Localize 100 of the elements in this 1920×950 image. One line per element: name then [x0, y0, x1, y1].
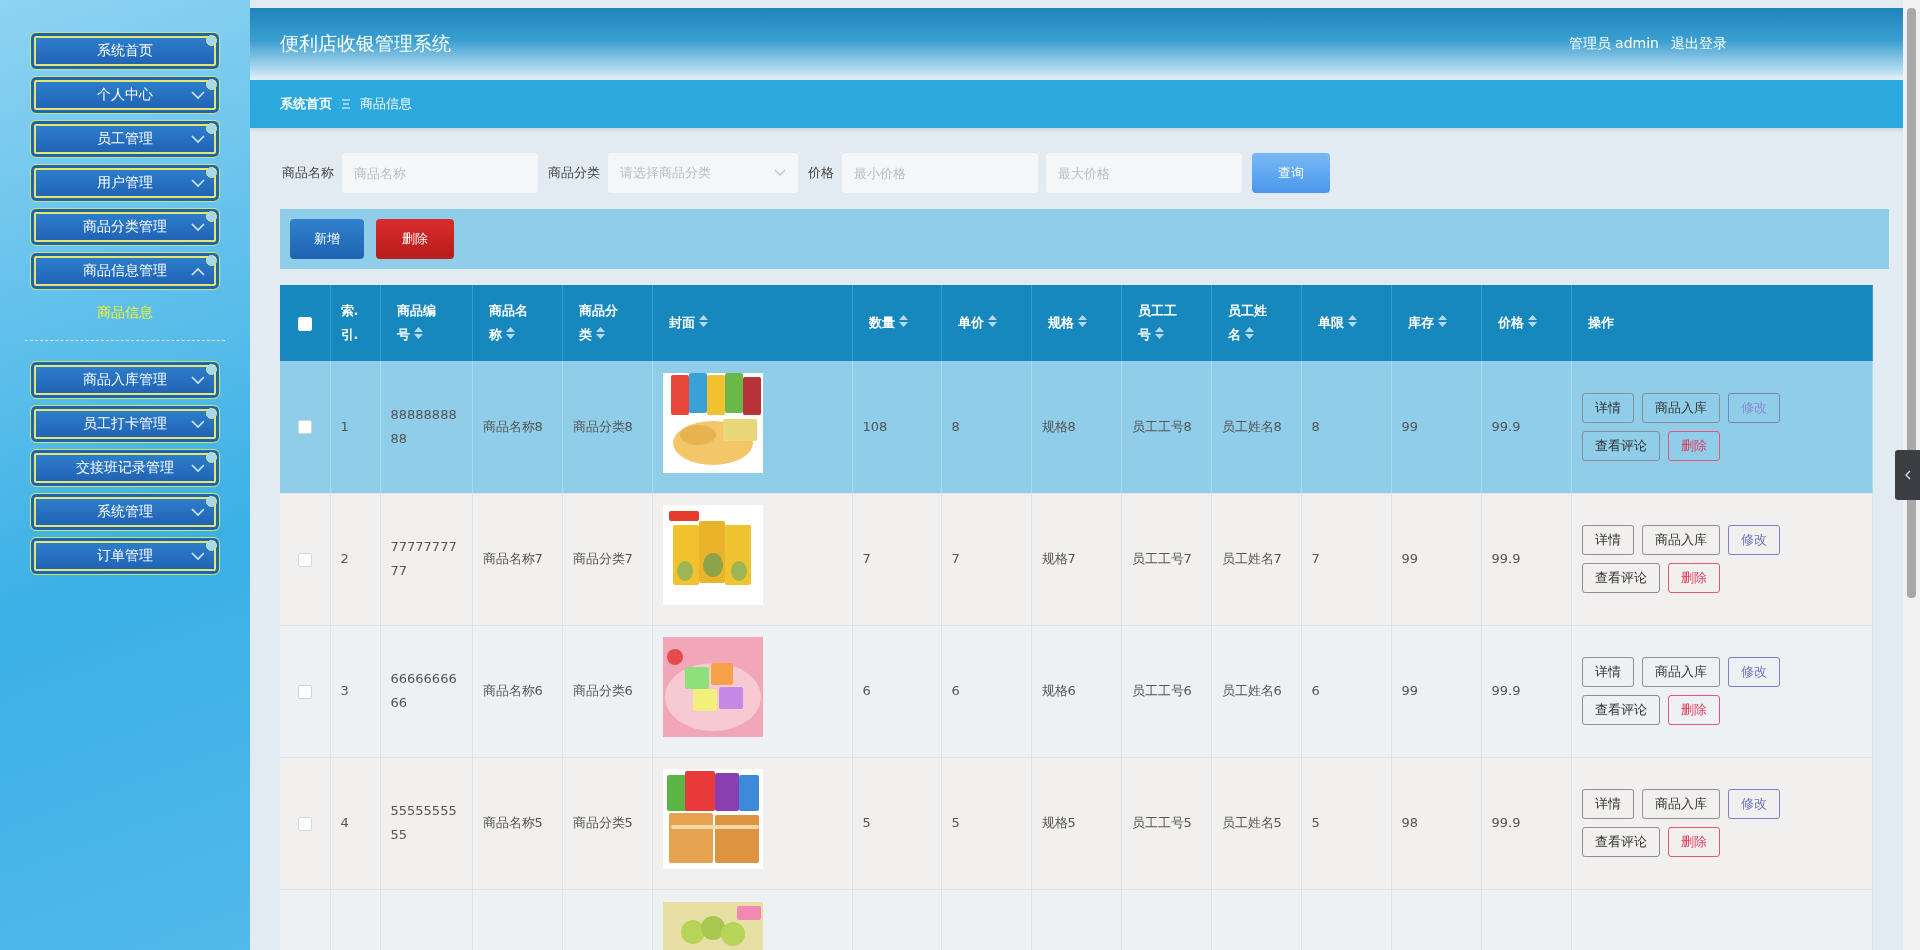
- action-button[interactable]: 详情: [1581, 657, 1634, 687]
- column-header[interactable]: 价格: [1481, 285, 1571, 361]
- chevron-down-icon: [191, 464, 205, 473]
- table-cell: 5: [852, 757, 941, 889]
- sidebar-menu-item[interactable]: 订单管理: [30, 537, 220, 575]
- sidebar-menu-item[interactable]: 员工管理: [30, 120, 220, 158]
- sort-icon[interactable]: [988, 315, 998, 327]
- sort-icon[interactable]: [1528, 315, 1538, 327]
- column-header[interactable]: 库存: [1391, 285, 1481, 361]
- table-cell: 商品名称7: [472, 493, 562, 625]
- table-cell: 99.9: [1481, 757, 1571, 889]
- table-cell: 99: [1391, 493, 1481, 625]
- action-button[interactable]: 详情: [1581, 789, 1634, 819]
- delete-button[interactable]: 删除: [376, 219, 454, 259]
- chevron-left-icon: [1904, 470, 1911, 480]
- ornament-icon: [206, 123, 217, 134]
- sort-icon[interactable]: [1155, 327, 1165, 339]
- column-header[interactable]: 员工姓名: [1211, 285, 1301, 361]
- table-cell: 99.9: [1481, 625, 1571, 757]
- edit-button[interactable]: 修改: [1727, 525, 1780, 555]
- sort-icon[interactable]: [899, 315, 909, 327]
- checkbox[interactable]: [297, 552, 312, 567]
- ornament-icon: [206, 255, 217, 266]
- sort-icon[interactable]: [506, 327, 516, 339]
- action-button[interactable]: 商品入库: [1641, 392, 1720, 423]
- checkbox[interactable]: [297, 420, 312, 435]
- ornament-icon: [206, 540, 217, 551]
- sidebar-menu-item[interactable]: 商品信息管理: [30, 252, 220, 290]
- edit-button[interactable]: 修改: [1727, 657, 1780, 687]
- column-header[interactable]: 单价: [941, 285, 1031, 361]
- sort-icon[interactable]: [1348, 315, 1358, 327]
- table-cell: 员工姓名7: [1211, 493, 1301, 625]
- breadcrumb-item[interactable]: 系统首页: [280, 95, 332, 113]
- table-cell: 7: [1301, 493, 1391, 625]
- sidebar-menu-item[interactable]: 个人中心: [30, 76, 220, 114]
- sidebar-menu-item[interactable]: 交接班记录管理: [30, 449, 220, 487]
- sidebar-menu-item[interactable]: 用户管理: [30, 164, 220, 202]
- separator-icon: [342, 99, 350, 109]
- ornament-icon: [206, 79, 217, 90]
- table-cell: 6666666666: [380, 625, 472, 757]
- chevron-down-icon: [191, 376, 205, 385]
- column-header[interactable]: 商品编号: [380, 285, 472, 361]
- sort-icon[interactable]: [1245, 327, 1255, 339]
- column-header[interactable]: 规格: [1031, 285, 1121, 361]
- table-cell: 员工工号8: [1121, 361, 1211, 493]
- table-cell: 108: [852, 361, 941, 493]
- action-button[interactable]: 详情: [1581, 392, 1634, 423]
- sidebar-menu-item[interactable]: 系统管理: [30, 493, 220, 531]
- input-field[interactable]: 商品名称: [342, 153, 538, 193]
- table-cell: 商品名称6: [472, 625, 562, 757]
- sort-icon[interactable]: [1438, 315, 1448, 327]
- sidebar-menu-item[interactable]: 商品入库管理: [30, 361, 220, 399]
- sidebar-menu-item[interactable]: 系统首页: [30, 32, 220, 70]
- edit-button[interactable]: 修改: [1727, 789, 1780, 819]
- column-header[interactable]: 员工工号: [1121, 285, 1211, 361]
- action-button[interactable]: 查看评论: [1581, 695, 1660, 725]
- filter-label: 价格: [808, 164, 834, 182]
- table-cell: 商品分类8: [562, 361, 652, 493]
- table-cell: 规格6: [1031, 625, 1121, 757]
- action-button[interactable]: 商品入库: [1641, 789, 1720, 819]
- column-header[interactable]: 数量: [852, 285, 941, 361]
- column-header[interactable]: 封面: [652, 285, 852, 361]
- ornament-icon: [206, 35, 217, 46]
- breadcrumb-item: 商品信息: [360, 95, 412, 113]
- table-cell: 98: [1391, 757, 1481, 889]
- chevron-down-icon: [191, 552, 205, 561]
- column-header[interactable]: 单限: [1301, 285, 1391, 361]
- chevron-down-icon: [191, 508, 205, 517]
- checkbox[interactable]: [297, 816, 312, 831]
- table-cell: 99.9: [1481, 361, 1571, 493]
- sidebar-menu-item[interactable]: 商品分类管理: [30, 208, 220, 246]
- checkbox[interactable]: [297, 684, 312, 699]
- chevron-up-icon: [191, 267, 205, 276]
- action-button[interactable]: 查看评论: [1581, 827, 1660, 857]
- sort-icon[interactable]: [1078, 315, 1088, 327]
- add-button[interactable]: 新增: [290, 219, 364, 259]
- delete-button[interactable]: 删除: [1667, 695, 1720, 725]
- table-cell: 商品分类6: [562, 625, 652, 757]
- delete-button[interactable]: 删除: [1667, 430, 1720, 461]
- table-cell: 6: [1301, 625, 1391, 757]
- column-header[interactable]: 商品分类: [562, 285, 652, 361]
- scrollbar-thumb[interactable]: [1907, 8, 1916, 598]
- table-cell: 员工姓名8: [1211, 361, 1301, 493]
- sort-icon[interactable]: [699, 315, 709, 327]
- delete-button[interactable]: 删除: [1667, 827, 1720, 857]
- panel-toggle-button[interactable]: [1895, 450, 1920, 500]
- action-button[interactable]: 详情: [1581, 525, 1634, 555]
- action-button[interactable]: 查看评论: [1581, 563, 1660, 593]
- sidebar-menu-item[interactable]: 员工打卡管理: [30, 405, 220, 443]
- action-button[interactable]: 商品入库: [1641, 657, 1720, 687]
- sort-icon[interactable]: [596, 327, 606, 339]
- table-cell: 商品名称8: [472, 361, 562, 493]
- action-button[interactable]: 商品入库: [1641, 525, 1720, 555]
- search-button[interactable]: 查询: [1252, 153, 1330, 193]
- sort-icon[interactable]: [414, 327, 424, 339]
- column-header[interactable]: 商品名称: [472, 285, 562, 361]
- table-cell: 99: [1391, 625, 1481, 757]
- delete-button[interactable]: 删除: [1667, 563, 1720, 593]
- action-button[interactable]: 查看评论: [1581, 430, 1660, 461]
- logout-link[interactable]: 退出登录: [1665, 34, 1733, 54]
